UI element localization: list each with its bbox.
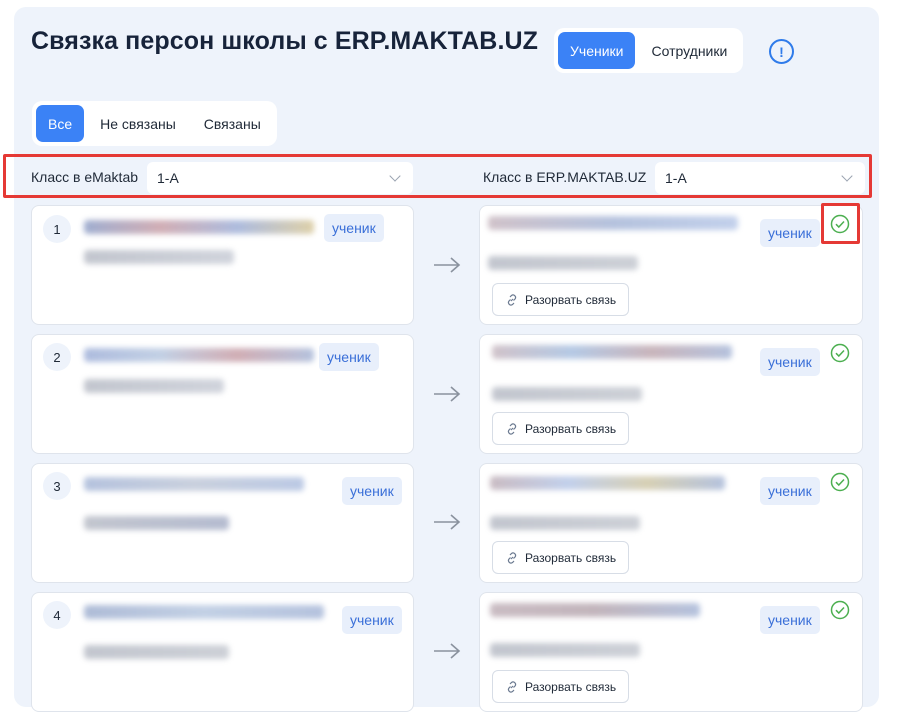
- erp-class-label: Класс в ERP.MAKTAB.UZ: [483, 169, 647, 185]
- emaktab-person-card[interactable]: 3 ученик: [31, 463, 414, 583]
- erp-name-blurred: [492, 345, 732, 359]
- erp-info-blurred: [490, 516, 640, 530]
- linked-check-icon: [830, 600, 850, 620]
- arrow-right-icon: [434, 514, 461, 530]
- role-badge: ученик: [342, 606, 402, 634]
- info-circle-icon[interactable]: !: [769, 39, 794, 64]
- arrow-right-icon: [434, 257, 461, 273]
- unlink-label: Разорвать связь: [525, 292, 617, 307]
- row-number: 2: [43, 343, 71, 371]
- erp-info-blurred: [492, 387, 642, 401]
- erp-class-value: 1-A: [665, 170, 687, 186]
- row-number: 3: [43, 472, 71, 500]
- erp-person-card[interactable]: ученик Разорвать связь: [479, 592, 863, 712]
- erp-info-blurred: [490, 643, 640, 657]
- student-name-blurred: [84, 220, 314, 234]
- student-info-blurred: [84, 379, 224, 393]
- erp-info-blurred: [488, 256, 638, 270]
- unlink-icon: [507, 680, 517, 693]
- emaktab-person-card[interactable]: 2 ученик: [31, 334, 414, 454]
- erp-class-select[interactable]: 1-A: [655, 162, 865, 194]
- unlink-label: Разорвать связь: [525, 679, 617, 694]
- erp-person-card[interactable]: ученик Разорвать связь: [479, 463, 863, 583]
- filter-not-linked[interactable]: Не связаны: [88, 105, 188, 142]
- unlink-label: Разорвать связь: [525, 421, 617, 436]
- filter-linked[interactable]: Связаны: [192, 105, 273, 142]
- unlink-icon: [507, 293, 517, 306]
- student-info-blurred: [84, 250, 234, 264]
- filter-all[interactable]: Все: [36, 105, 85, 142]
- role-badge: ученик: [324, 214, 384, 242]
- role-badge: ученик: [760, 219, 820, 247]
- unlink-icon: [507, 422, 517, 435]
- erp-name-blurred: [488, 216, 738, 230]
- student-name-blurred: [84, 605, 324, 619]
- student-name-blurred: [84, 348, 314, 362]
- unlink-button[interactable]: Разорвать связь: [492, 412, 630, 445]
- emaktab-class-label: Класс в eMaktab: [31, 169, 139, 185]
- role-badge: ученик: [760, 606, 820, 634]
- role-badge: ученик: [760, 348, 820, 376]
- chevron-down-icon: [841, 170, 853, 182]
- role-badge: ученик: [319, 343, 379, 371]
- emaktab-person-card[interactable]: 1 ученик: [31, 205, 414, 325]
- linked-check-icon: [830, 343, 850, 363]
- tab-staff[interactable]: Сотрудники: [639, 32, 739, 69]
- arrow-right-icon: [434, 643, 461, 659]
- unlink-icon: [507, 551, 517, 564]
- arrow-right-icon: [434, 386, 461, 402]
- unlink-button[interactable]: Разорвать связь: [492, 283, 630, 316]
- person-type-tabs: Ученики Сотрудники: [554, 28, 744, 73]
- student-name-blurred: [84, 477, 304, 491]
- emaktab-class-value: 1-A: [157, 170, 179, 186]
- row-number: 4: [43, 601, 71, 629]
- chevron-down-icon: [389, 170, 401, 182]
- unlink-button[interactable]: Разорвать связь: [492, 670, 630, 703]
- erp-person-card[interactable]: ученик Разорвать связь: [479, 205, 863, 325]
- unlink-label: Разорвать связь: [525, 550, 617, 565]
- student-info-blurred: [84, 645, 229, 659]
- link-filter-tabs: Все Не связаны Связаны: [32, 101, 277, 146]
- row-number: 1: [43, 215, 71, 243]
- tab-students[interactable]: Ученики: [558, 32, 636, 69]
- role-badge: ученик: [760, 477, 820, 505]
- role-badge: ученик: [342, 477, 402, 505]
- linked-check-icon: [830, 472, 850, 492]
- erp-person-card[interactable]: ученик Разорвать связь: [479, 334, 863, 454]
- class-select-row: Класс в eMaktab 1-A Класс в ERP.MAKTAB.U…: [3, 154, 872, 198]
- highlight-box: [821, 203, 860, 244]
- emaktab-person-card[interactable]: 4 ученик: [31, 592, 414, 712]
- erp-name-blurred: [490, 603, 700, 617]
- student-info-blurred: [84, 516, 229, 530]
- unlink-button[interactable]: Разорвать связь: [492, 541, 630, 574]
- page-title: Связка персон школы с ERP.MAKTAB.UZ: [31, 27, 539, 55]
- erp-name-blurred: [490, 476, 725, 490]
- emaktab-class-select[interactable]: 1-A: [147, 162, 413, 194]
